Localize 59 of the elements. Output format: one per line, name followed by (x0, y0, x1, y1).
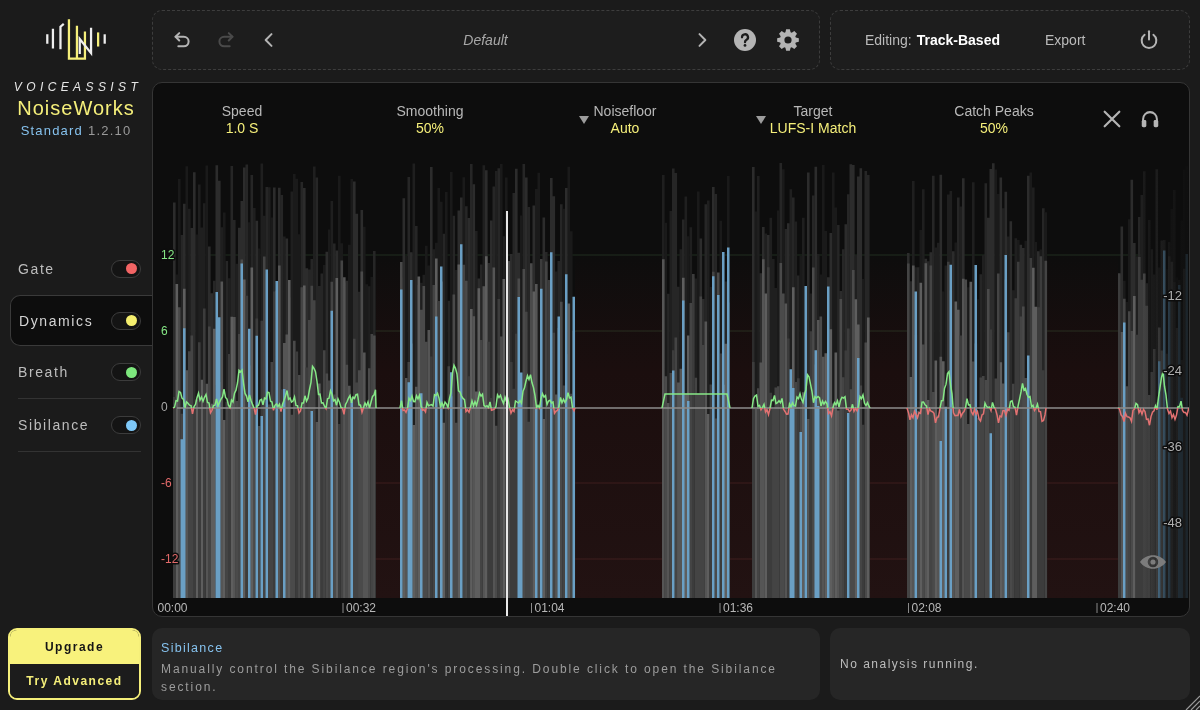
tick-mark (908, 602, 909, 614)
module-tab[interactable]: Breath (18, 346, 141, 399)
settings-icon (776, 28, 800, 52)
export-button[interactable]: Export (1037, 26, 1094, 54)
module-tab[interactable]: Sibilance (18, 399, 141, 452)
preset-name[interactable]: Default (463, 32, 508, 48)
time-label: 00:00 (157, 601, 188, 615)
dropdown-triangle-icon[interactable] (579, 116, 590, 124)
parameter-label: Catch Peaks (954, 103, 1034, 120)
status-text: No analysis running. (840, 657, 979, 671)
parameter-value[interactable]: Auto (610, 120, 640, 137)
gain-tick-label: 12 (161, 248, 175, 262)
toggle-switch[interactable] (111, 259, 141, 278)
product-name: NoiseWorks (17, 96, 135, 120)
brand-name: VOICEASSIST (12, 80, 143, 94)
parameter-label: Speed (221, 103, 263, 120)
tick-mark (531, 602, 532, 614)
time-label: 01:04 (534, 601, 565, 615)
parameter-value[interactable]: 50% (416, 120, 444, 137)
time-label: 01:36 (723, 601, 754, 615)
gain-tick-label: 0 (161, 400, 168, 414)
level-tick-label: -48 (1163, 514, 1182, 530)
waveform-logo-icon (44, 18, 108, 60)
parameter-value[interactable]: LUFS-I Match (769, 120, 857, 137)
parameter-value[interactable]: 1.0 S (225, 120, 259, 137)
version-label: 1.2.10 (88, 122, 132, 140)
parameter-label: Noisefloor (593, 103, 657, 120)
gain-tick-label: -6 (161, 476, 172, 490)
upgrade-button[interactable]: Upgrade (10, 630, 139, 664)
info-title: Sibilance (161, 641, 225, 655)
edition-label: Standard (20, 122, 83, 140)
parameter-label: Smoothing (396, 103, 464, 120)
editing-mode-button[interactable]: Editing: Track-Based (857, 26, 1008, 54)
toggle-switch[interactable] (111, 311, 141, 330)
parameter-label: Target (793, 103, 833, 120)
level-tick-label: -36 (1163, 438, 1182, 454)
dropdown-triangle-icon[interactable] (755, 116, 766, 124)
parameter-value[interactable]: 50% (980, 120, 1008, 137)
close-icon (1101, 108, 1123, 130)
tick-mark (1096, 602, 1098, 614)
power-icon (1138, 29, 1160, 51)
headphones-icon (1139, 108, 1161, 130)
resize-grip-icon[interactable] (1185, 695, 1200, 710)
time-label: 00:32 (346, 601, 377, 615)
help-icon (733, 28, 757, 52)
level-tick-label: -12 (1163, 287, 1182, 303)
eye-icon[interactable] (1140, 555, 1166, 569)
module-tab[interactable]: Gate (18, 242, 141, 295)
tick-mark (342, 602, 344, 614)
level-tick-label: -24 (1163, 363, 1182, 379)
toggle-switch[interactable] (111, 416, 141, 434)
module-tab[interactable]: Dynamics (10, 295, 152, 346)
info-description: Manually control the Sibilance region's processing. Double click to open the Sibilance section. (161, 661, 778, 696)
gain-tick-label: 6 (161, 324, 168, 338)
tick-mark (719, 602, 721, 614)
toggle-switch[interactable] (111, 363, 141, 381)
time-label: 02:40 (1100, 601, 1131, 615)
time-label: 02:08 (911, 601, 942, 615)
gain-tick-label: -12 (161, 552, 179, 566)
